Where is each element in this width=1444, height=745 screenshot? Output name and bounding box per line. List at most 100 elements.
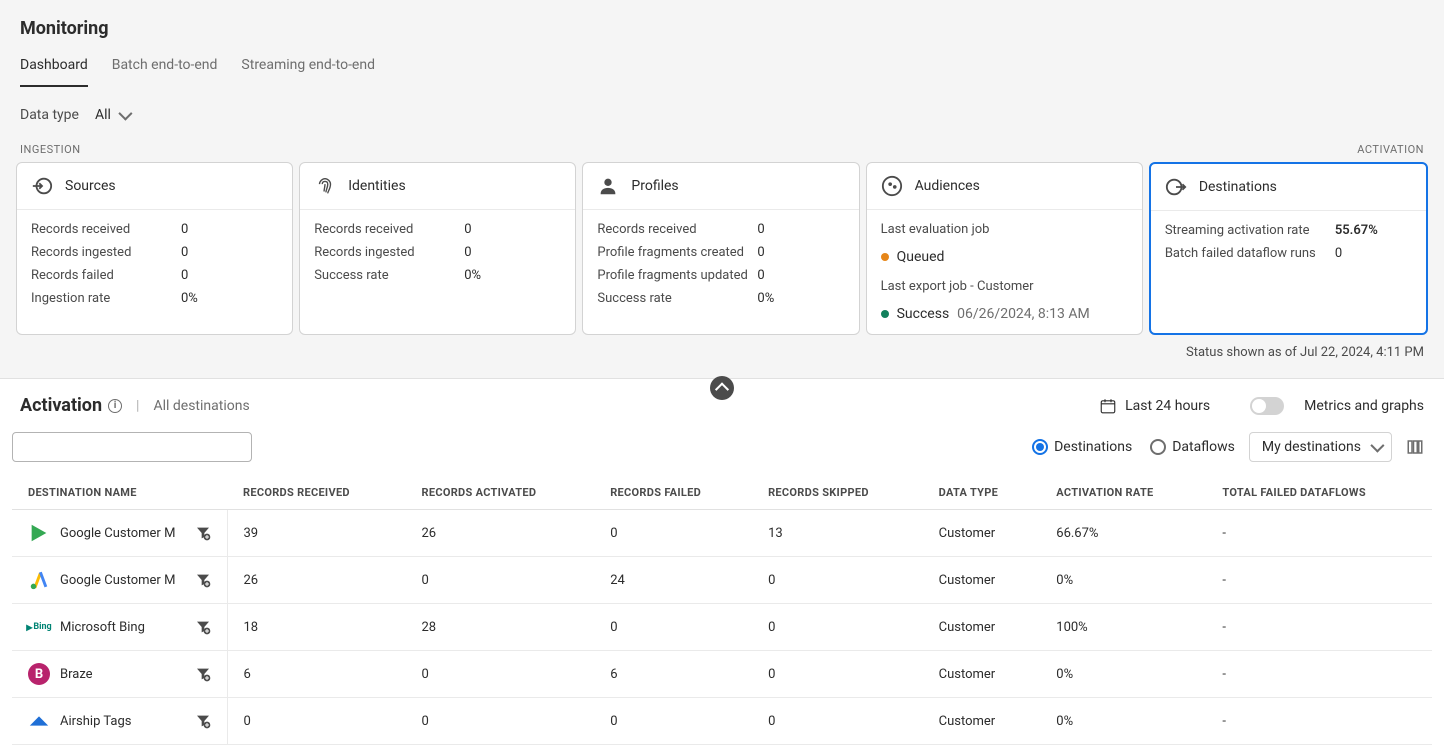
status-dot-queued-icon	[881, 253, 889, 261]
collapse-handle[interactable]	[710, 376, 734, 400]
time-range-picker[interactable]: Last 24 hours	[1099, 397, 1210, 415]
success-text: Success	[897, 306, 950, 322]
col-data-type[interactable]: DATA TYPE	[923, 476, 1041, 510]
scope-select[interactable]: My destinations	[1249, 432, 1392, 462]
cell-received: 0	[227, 698, 405, 745]
queued-text: Queued	[897, 249, 945, 265]
cell-activated: 0	[405, 651, 594, 698]
card-destinations[interactable]: Destinations Streaming activation rate55…	[1149, 162, 1428, 335]
destination-name: Braze	[60, 667, 93, 682]
cell-received: 6	[227, 651, 405, 698]
metric-value: 0	[757, 222, 764, 237]
time-range-label: Last 24 hours	[1125, 398, 1210, 414]
cell-failed: 0	[594, 604, 752, 651]
destination-logo-icon	[28, 522, 50, 544]
metric-value: 0	[181, 245, 188, 260]
last-export-label: Last export job - Customer	[881, 279, 1128, 294]
card-sources-title: Sources	[65, 178, 116, 194]
cell-failed: 6	[594, 651, 752, 698]
card-identities[interactable]: Identities Records received0 Records ing…	[299, 162, 576, 335]
cell-activation-rate: 100%	[1040, 604, 1206, 651]
radio-dataflows-label: Dataflows	[1172, 439, 1235, 455]
metrics-toggle[interactable]	[1250, 397, 1284, 415]
destination-logo-icon: B	[28, 663, 50, 685]
data-type-dropdown[interactable]: All	[95, 107, 129, 123]
radio-destinations[interactable]: Destinations	[1032, 439, 1132, 455]
table-row[interactable]: Google Customer M 26 0 24 0 Customer 0% …	[12, 557, 1432, 604]
metric-value: 0	[181, 222, 188, 237]
columns-settings-icon[interactable]	[1406, 438, 1424, 456]
metric-value: 0	[1335, 246, 1342, 261]
cell-activated: 0	[405, 698, 594, 745]
destination-logo-icon	[28, 710, 50, 732]
radio-icon	[1032, 439, 1048, 455]
info-icon[interactable]: i	[108, 399, 122, 413]
radio-icon	[1150, 439, 1166, 455]
col-activation-rate[interactable]: ACTIVATION RATE	[1040, 476, 1206, 510]
calendar-icon	[1099, 397, 1117, 415]
table-row[interactable]: ▸Bing Microsoft Bing 18 28 0 0 Customer …	[12, 604, 1432, 651]
data-type-label: Data type	[20, 107, 79, 123]
metric-label: Records received	[597, 222, 757, 237]
filter-add-icon[interactable]	[195, 572, 211, 588]
cell-data-type: Customer	[923, 557, 1041, 604]
table-row[interactable]: B Braze 6 0 6 0 Customer 0% -	[12, 651, 1432, 698]
table-row[interactable]: Google Customer M 39 26 0 13 Customer 66…	[12, 510, 1432, 557]
filter-add-icon[interactable]	[195, 525, 211, 541]
card-audiences[interactable]: Audiences Last evaluation job Queued Las…	[866, 162, 1143, 335]
card-profiles-title: Profiles	[631, 178, 678, 194]
table-row[interactable]: Airship Tags 0 0 0 0 Customer 0% -	[12, 698, 1432, 745]
cell-activation-rate: 0%	[1040, 651, 1206, 698]
col-records-failed[interactable]: RECORDS FAILED	[594, 476, 752, 510]
cell-total-failed: -	[1206, 651, 1432, 698]
filter-add-icon[interactable]	[195, 713, 211, 729]
tab-dashboard[interactable]: Dashboard	[20, 57, 88, 87]
chevron-down-icon	[118, 107, 132, 121]
tab-streaming-end-to-end[interactable]: Streaming end-to-end	[241, 57, 375, 87]
last-export-status: Success 06/26/2024, 8:13 AM	[881, 306, 1128, 322]
status-line: Status shown as of Jul 22, 2024, 4:11 PM	[0, 335, 1444, 378]
col-records-activated[interactable]: RECORDS ACTIVATED	[405, 476, 594, 510]
activation-subtitle: All destinations	[153, 398, 249, 414]
data-type-value: All	[95, 107, 111, 123]
cell-data-type: Customer	[923, 604, 1041, 651]
metric-label: Records ingested	[31, 245, 181, 260]
cell-total-failed: -	[1206, 604, 1432, 651]
metric-label: Records failed	[31, 268, 181, 283]
page-title: Monitoring	[20, 18, 1424, 39]
cell-activated: 28	[405, 604, 594, 651]
metric-value: 0	[757, 245, 764, 260]
card-profiles[interactable]: Profiles Records received0 Profile fragm…	[582, 162, 859, 335]
destination-logo-icon: ▸Bing	[28, 616, 50, 638]
tab-batch-end-to-end[interactable]: Batch end-to-end	[112, 57, 218, 87]
metric-label: Success rate	[314, 268, 464, 283]
cell-received: 39	[227, 510, 405, 557]
cell-data-type: Customer	[923, 510, 1041, 557]
metric-label: Profile fragments updated	[597, 268, 757, 283]
cell-received: 18	[227, 604, 405, 651]
cell-skipped: 0	[752, 651, 923, 698]
col-records-skipped[interactable]: RECORDS SKIPPED	[752, 476, 923, 510]
search-input[interactable]	[12, 432, 252, 462]
cell-activation-rate: 66.67%	[1040, 510, 1206, 557]
tabs: Dashboard Batch end-to-end Streaming end…	[20, 57, 1424, 87]
audiences-icon	[881, 175, 903, 197]
card-audiences-title: Audiences	[915, 178, 980, 194]
cell-failed: 0	[594, 698, 752, 745]
card-sources[interactable]: Sources Records received0 Records ingest…	[16, 162, 293, 335]
last-eval-status: Queued	[881, 249, 1128, 265]
filter-add-icon[interactable]	[195, 619, 211, 635]
metric-label: Batch failed dataflow runs	[1165, 246, 1335, 261]
filter-add-icon[interactable]	[195, 666, 211, 682]
cell-activated: 26	[405, 510, 594, 557]
metric-value: 0	[464, 245, 471, 260]
cell-total-failed: -	[1206, 557, 1432, 604]
cell-failed: 24	[594, 557, 752, 604]
card-destinations-title: Destinations	[1199, 179, 1277, 195]
radio-dataflows[interactable]: Dataflows	[1150, 439, 1235, 455]
col-records-received[interactable]: RECORDS RECEIVED	[227, 476, 405, 510]
col-total-failed-dataflows[interactable]: TOTAL FAILED DATAFLOWS	[1206, 476, 1432, 510]
metric-label: Success rate	[597, 291, 757, 306]
col-destination-name[interactable]: DESTINATION NAME	[12, 476, 227, 510]
metric-value: 0%	[464, 268, 481, 283]
